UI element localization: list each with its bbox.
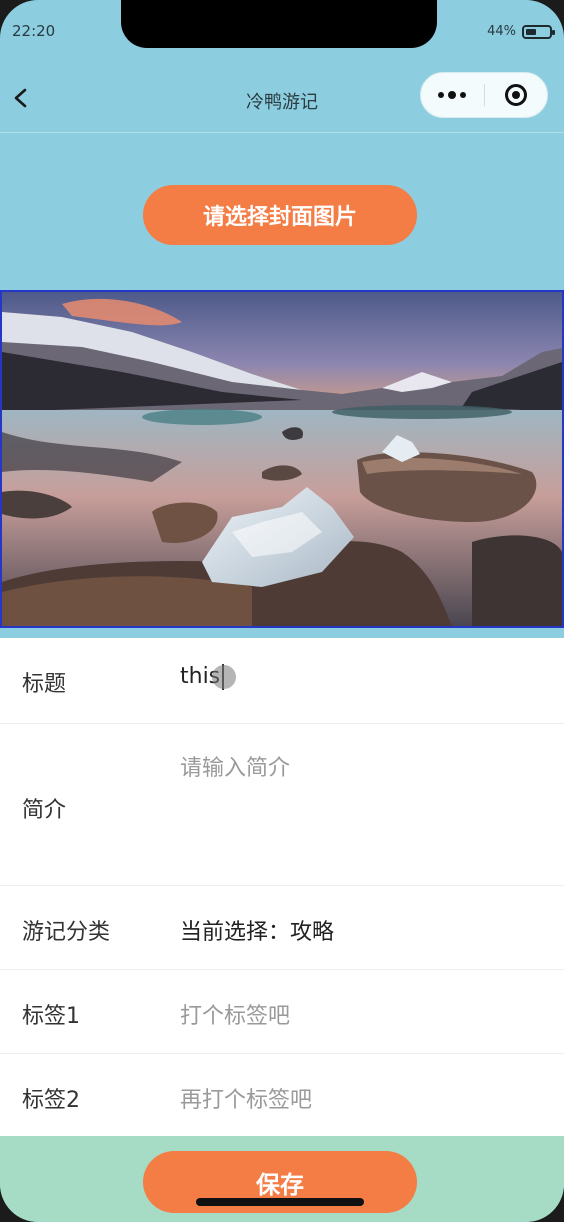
status-time: 22:20 (12, 22, 56, 40)
category-label: 游记分类 (22, 920, 111, 945)
tag2-row: 标签2 再打个标签吧 (0, 1054, 564, 1136)
touch-cursor (212, 665, 237, 689)
category-row[interactable]: 游记分类 当前选择：攻略 (0, 886, 564, 970)
more-dots-icon (438, 91, 467, 99)
intro-label: 简介 (22, 798, 67, 823)
battery-fill (526, 28, 536, 35)
notch (121, 0, 437, 48)
tag1-row: 标签1 打个标签吧 (0, 970, 564, 1054)
travel-note-form: 标题 this 简介 请输入简介 游记分类 当前选择：攻略 标签1 打个标签吧 … (0, 638, 564, 1136)
target-circle-icon (504, 84, 527, 106)
phone-screen: 22:20 44% 冷鸭游记 请选择封面图片 标题 this 简介 请输入简介 … (0, 0, 564, 1222)
title-input[interactable]: this (180, 664, 237, 690)
mini-program-capsule (420, 72, 548, 118)
battery-indicator: 44% (487, 24, 555, 39)
title-row: 标题 this (0, 638, 564, 724)
battery-percent: 44% (487, 24, 516, 39)
tag1-label: 标签1 (22, 1004, 80, 1029)
landscape-photo (2, 292, 562, 626)
home-indicator[interactable] (196, 1198, 364, 1206)
tag1-input[interactable]: 打个标签吧 (180, 998, 290, 1030)
title-label: 标题 (22, 672, 67, 697)
intro-row: 简介 请输入简介 (0, 724, 564, 886)
close-mini-program-button[interactable] (485, 73, 548, 117)
more-menu-button[interactable] (421, 73, 484, 117)
tag2-input[interactable]: 再打个标签吧 (180, 1082, 312, 1114)
battery-icon (522, 24, 555, 39)
intro-textarea[interactable]: 请输入简介 (180, 750, 290, 782)
tag2-label: 标签2 (22, 1088, 80, 1113)
choose-cover-button[interactable]: 请选择封面图片 (143, 185, 417, 245)
cover-image[interactable] (0, 290, 564, 628)
category-picker[interactable]: 当前选择：攻略 (180, 914, 334, 946)
